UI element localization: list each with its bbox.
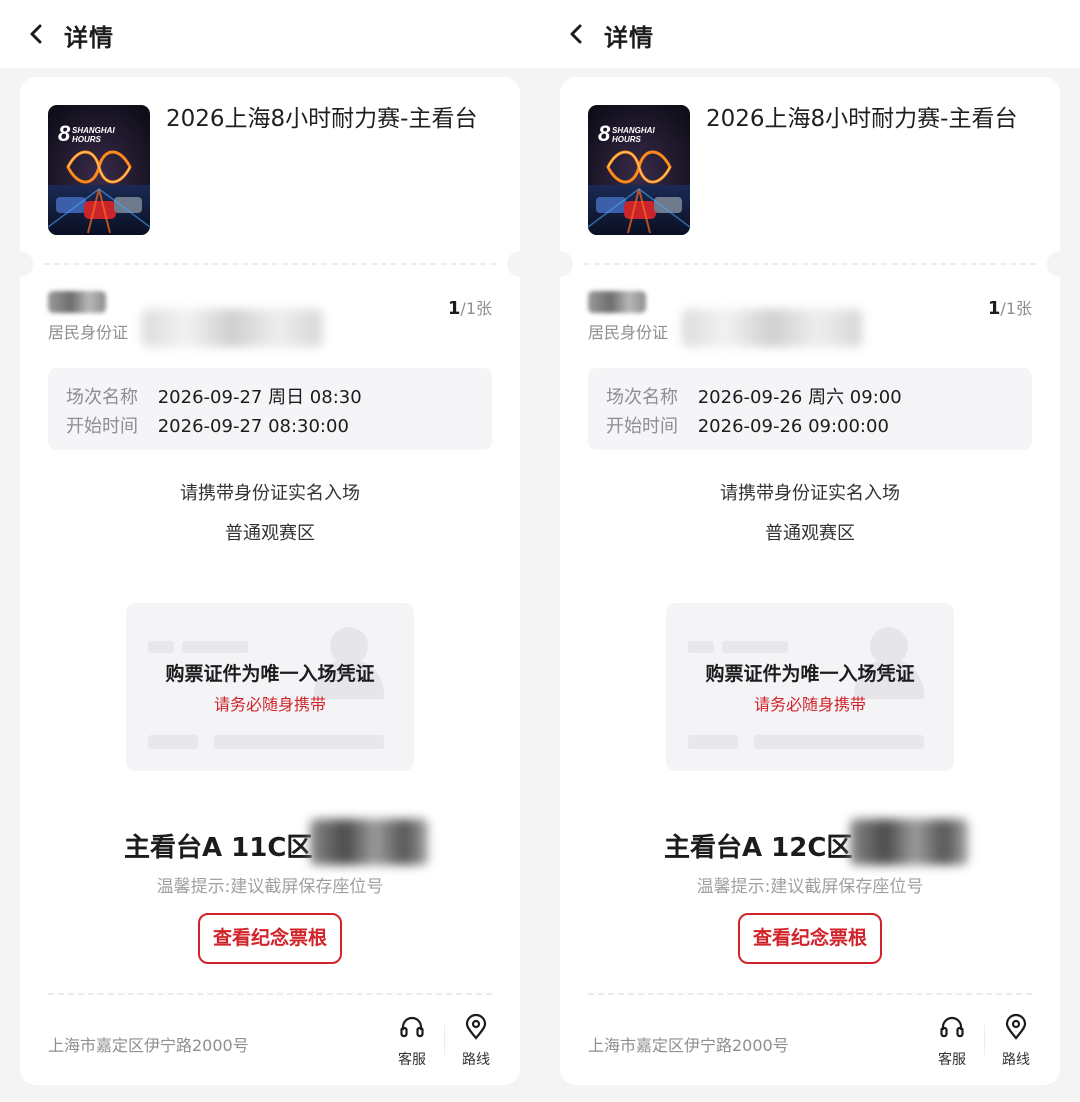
- id-type-label: 居民身份证: [588, 323, 669, 342]
- back-arrow-icon[interactable]: [22, 20, 50, 48]
- ticket-perforation: [584, 263, 1036, 265]
- ticket-notch-right: [507, 251, 533, 277]
- svg-text:8: 8: [58, 121, 71, 146]
- event-name: 2026上海8小时耐力赛-主看台: [166, 106, 478, 132]
- route-button[interactable]: 路线: [453, 1013, 499, 1069]
- start-time-row: 开始时间 2026-09-27 08:30:00: [66, 412, 349, 438]
- seat-area: 主看台A 11C区: [124, 833, 313, 863]
- footer-divider: [48, 993, 492, 995]
- svg-text:HOURS: HOURS: [612, 135, 642, 144]
- start-time-label: 开始时间: [66, 416, 138, 437]
- id-entry-notice: 请携带身份证实名入场: [720, 483, 900, 504]
- id-card-subtitle: 请务必随身携带: [753, 695, 866, 714]
- customer-service-label: 客服: [398, 1052, 426, 1068]
- headset-icon: [940, 1016, 964, 1038]
- venue-address: 上海市嘉定区伊宁路2000号: [48, 1036, 249, 1055]
- id-card-subtitle: 请务必随身携带: [213, 695, 326, 714]
- svg-text:8: 8: [598, 121, 611, 146]
- page-title: 详情: [604, 24, 654, 52]
- event-poster-image[interactable]: 8 SHANGHAI HOURS: [588, 105, 690, 235]
- id-type-label: 居民身份证: [48, 323, 129, 342]
- ticket-detail-screen-1: 详情 8 SHANGHAI HOURS 2026上海8小时耐力赛-主看台 居民身…: [0, 0, 540, 1102]
- svg-text:SHANGHAI: SHANGHAI: [72, 126, 115, 135]
- customer-service-button[interactable]: 客服: [389, 1013, 435, 1069]
- event-poster-image[interactable]: 8 SHANGHAI HOURS: [48, 105, 150, 235]
- id-number-redacted: [142, 309, 322, 347]
- session-info-box: 场次名称 2026-09-27 周日 08:30 开始时间 2026-09-27…: [48, 368, 492, 450]
- start-time-value: 2026-09-26 09:00:00: [697, 416, 889, 437]
- placeholder-bar: [214, 735, 384, 749]
- action-divider: [444, 1025, 445, 1055]
- placeholder-bar: [148, 641, 174, 653]
- start-time-row: 开始时间 2026-09-26 09:00:00: [606, 412, 889, 438]
- svg-text:HOURS: HOURS: [72, 135, 102, 144]
- ticket-count: 1/1张: [988, 295, 1032, 319]
- customer-service-button[interactable]: 客服: [929, 1013, 975, 1069]
- seat-number-redacted: [850, 819, 968, 865]
- placeholder-bar: [182, 641, 248, 653]
- ticket-notch-right: [1047, 251, 1073, 277]
- session-name-value: 2026-09-27 周日 08:30: [157, 387, 362, 408]
- ticket-count: 1/1张: [448, 295, 492, 319]
- ticket-count-total: /1张: [460, 299, 492, 318]
- page-title: 详情: [64, 24, 114, 52]
- session-name-value: 2026-09-26 周六 09:00: [697, 387, 902, 408]
- placeholder-bar: [688, 641, 714, 653]
- ticket-count-current: 1: [987, 298, 1001, 319]
- ticket-notch-left: [7, 251, 33, 277]
- top-bar: 详情: [0, 0, 540, 68]
- footer-divider: [588, 993, 1032, 995]
- ticket-perforation: [44, 263, 496, 265]
- screens: 详情 8 SHANGHAI HOURS 2026上海8小时耐力赛-主看台 居民身…: [0, 0, 1080, 1102]
- id-card-illustration: 购票证件为唯一入场凭证 请务必随身携带: [666, 603, 954, 771]
- placeholder-bar: [722, 641, 788, 653]
- session-name-row: 场次名称 2026-09-27 周日 08:30: [66, 383, 362, 409]
- action-divider: [984, 1025, 985, 1055]
- holder-name-redacted: [588, 291, 646, 313]
- holder-name-redacted: [48, 291, 106, 313]
- zone-notice: 普通观赛区: [225, 523, 315, 544]
- customer-service-label: 客服: [938, 1052, 966, 1068]
- svg-text:SHANGHAI: SHANGHAI: [612, 126, 655, 135]
- route-label: 路线: [462, 1052, 490, 1068]
- headset-icon: [400, 1016, 424, 1038]
- event-name: 2026上海8小时耐力赛-主看台: [706, 106, 1018, 132]
- ticket-card: 8 SHANGHAI HOURS 2026上海8小时耐力赛-主看台 居民身份证 …: [547, 77, 1073, 1085]
- seat-tip: 温馨提示:建议截屏保存座位号: [696, 877, 924, 897]
- top-bar: 详情: [540, 0, 1080, 68]
- zone-notice: 普通观赛区: [765, 523, 855, 544]
- view-stub-button[interactable]: 查看纪念票根: [198, 913, 342, 964]
- id-card-title: 购票证件为唯一入场凭证: [165, 663, 375, 685]
- location-pin-icon: [1005, 1013, 1027, 1040]
- ticket-notch-left: [547, 251, 573, 277]
- start-time-label: 开始时间: [606, 416, 678, 437]
- session-name-label: 场次名称: [606, 387, 678, 408]
- id-number-redacted: [682, 309, 862, 347]
- ticket-detail-screen-2: 详情 8 SHANGHAI HOURS 2026上海8小时耐力赛-主看台 居民身…: [540, 0, 1080, 1102]
- location-pin-icon: [465, 1013, 487, 1040]
- venue-address: 上海市嘉定区伊宁路2000号: [588, 1036, 789, 1055]
- start-time-value: 2026-09-27 08:30:00: [157, 416, 349, 437]
- route-button[interactable]: 路线: [993, 1013, 1039, 1069]
- session-name-label: 场次名称: [66, 387, 138, 408]
- ticket-card: 8 SHANGHAI HOURS 2026上海8小时耐力赛-主看台 居民身份证 …: [7, 77, 533, 1085]
- id-entry-notice: 请携带身份证实名入场: [180, 483, 360, 504]
- session-name-row: 场次名称 2026-09-26 周六 09:00: [606, 383, 902, 409]
- seat-number-redacted: [310, 819, 428, 865]
- ticket-count-total: /1张: [1000, 299, 1032, 318]
- route-label: 路线: [1002, 1052, 1030, 1068]
- ticket-count-current: 1: [447, 298, 461, 319]
- view-stub-button[interactable]: 查看纪念票根: [738, 913, 882, 964]
- session-info-box: 场次名称 2026-09-26 周六 09:00 开始时间 2026-09-26…: [588, 368, 1032, 450]
- placeholder-bar: [148, 735, 198, 749]
- id-card-illustration: 购票证件为唯一入场凭证 请务必随身携带: [126, 603, 414, 771]
- placeholder-bar: [754, 735, 924, 749]
- seat-tip: 温馨提示:建议截屏保存座位号: [156, 877, 384, 897]
- placeholder-bar: [688, 735, 738, 749]
- back-arrow-icon[interactable]: [562, 20, 590, 48]
- seat-area: 主看台A 12C区: [664, 833, 853, 863]
- id-card-title: 购票证件为唯一入场凭证: [705, 663, 915, 685]
